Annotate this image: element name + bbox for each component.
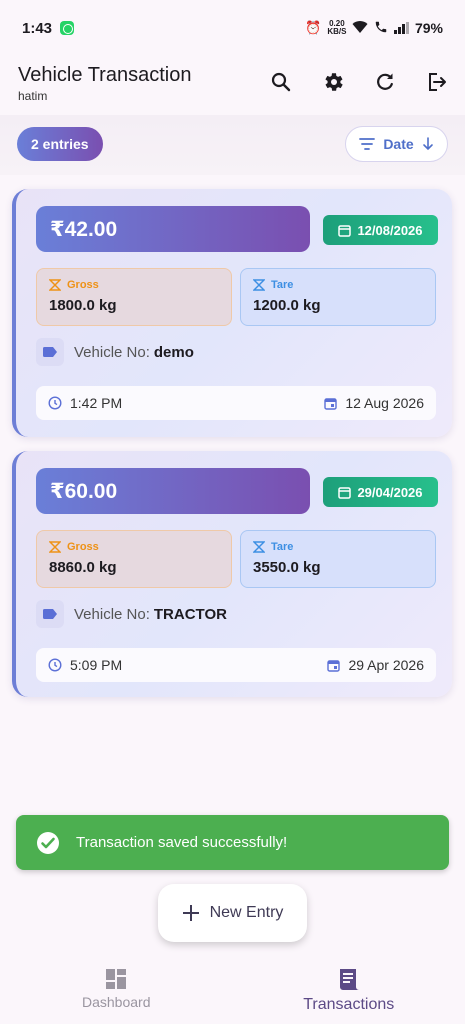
- sort-by-date-button[interactable]: Date: [345, 126, 448, 162]
- logout-button[interactable]: [421, 66, 453, 98]
- success-snackbar: Transaction saved successfully!: [16, 815, 449, 870]
- alarm-icon: ⏰: [305, 20, 322, 35]
- calendar-icon: [324, 397, 338, 410]
- gear-icon: [325, 73, 343, 91]
- user-name: hatim: [18, 89, 48, 103]
- settings-button[interactable]: [317, 66, 349, 98]
- gross-label: Gross: [67, 279, 99, 291]
- vehicle-label: Vehicle No:: [74, 343, 150, 361]
- battery-percent: 79%: [414, 20, 443, 36]
- tare-label: Tare: [271, 279, 294, 291]
- nav-label-transactions: Transactions: [303, 996, 395, 1013]
- date-badge-text: 12/08/2026: [357, 222, 423, 238]
- call-icon: [374, 20, 388, 37]
- amount-value: ₹42.00: [36, 206, 310, 252]
- refresh-button[interactable]: [369, 66, 401, 98]
- date-badge: 29/04/2026: [323, 477, 438, 507]
- nav-label-dashboard: Dashboard: [82, 994, 151, 1010]
- nav-item-dashboard[interactable]: Dashboard: [0, 954, 233, 1024]
- transaction-date: 12 Aug 2026: [345, 395, 424, 411]
- check-circle-icon: [37, 831, 59, 854]
- timestamp-row: 5:09 PM 29 Apr 2026: [36, 648, 436, 682]
- hourglass-icon: [253, 541, 265, 553]
- transaction-date: 29 Apr 2026: [348, 657, 424, 673]
- whatsapp-icon: [60, 21, 75, 35]
- plus-icon: [182, 905, 199, 921]
- bottom-navigation: Dashboard Transactions: [0, 954, 465, 1024]
- gross-weight-box: Gross 1800.0 kg: [36, 268, 232, 326]
- gross-value: 8860.0 kg: [49, 559, 117, 576]
- vehicle-label: Vehicle No:: [74, 605, 150, 623]
- transaction-card[interactable]: ₹42.00 12/08/2026 Gross 1800.0 kg Tare 1…: [12, 189, 452, 437]
- clock-icon: [48, 396, 62, 410]
- tare-value: 1200.0 kg: [253, 297, 321, 314]
- hourglass-icon: [253, 279, 265, 291]
- calendar-icon: [338, 486, 352, 499]
- page-title: Vehicle Transaction: [18, 64, 192, 86]
- receipt-icon: [339, 969, 359, 990]
- clock-icon: [48, 658, 62, 672]
- signal-icon: [394, 22, 409, 34]
- nav-item-transactions[interactable]: Transactions: [233, 954, 465, 1024]
- vehicle-row: Vehicle No: demo: [36, 338, 194, 366]
- sort-label: Date: [383, 136, 414, 152]
- transaction-time: 5:09 PM: [70, 657, 123, 673]
- date-badge: 12/08/2026: [323, 215, 438, 245]
- filter-row: 2 entries Date: [0, 115, 465, 175]
- status-bar: 1:43 ⏰ 0.20 KB/S 79%: [0, 0, 465, 56]
- logout-icon: [429, 73, 446, 91]
- date-badge-text: 29/04/2026: [357, 484, 423, 500]
- search-icon: [271, 72, 291, 92]
- new-entry-label: New Entry: [209, 904, 284, 921]
- vehicle-number: TRACTOR: [153, 605, 227, 623]
- scale-icon: [49, 541, 61, 553]
- transaction-card[interactable]: ₹60.00 29/04/2026 Gross 8860.0 kg Tare 3…: [12, 451, 452, 697]
- calendar-icon: [338, 224, 352, 237]
- entries-count-badge: 2 entries: [17, 127, 103, 161]
- arrow-down-icon: [422, 137, 433, 151]
- gross-weight-box: Gross 8860.0 kg: [36, 530, 232, 588]
- dashboard-icon: [106, 969, 127, 989]
- net-speed: 0.20 KB/S: [327, 20, 346, 36]
- scale-icon: [49, 279, 61, 291]
- label-tag-icon: [36, 600, 64, 628]
- vehicle-row: Vehicle No: TRACTOR: [36, 600, 227, 628]
- status-time: 1:43: [22, 19, 53, 37]
- transaction-time: 1:42 PM: [70, 395, 123, 411]
- tare-weight-box: Tare 3550.0 kg: [240, 530, 436, 588]
- vehicle-number: demo: [153, 343, 194, 361]
- tare-label: Tare: [271, 541, 294, 553]
- amount-value: ₹60.00: [36, 468, 310, 514]
- new-entry-button[interactable]: New Entry: [158, 884, 307, 942]
- search-button[interactable]: [265, 66, 297, 98]
- calendar-icon: [327, 659, 341, 672]
- label-tag-icon: [36, 338, 64, 366]
- tare-value: 3550.0 kg: [253, 559, 321, 576]
- gross-value: 1800.0 kg: [49, 297, 117, 314]
- refresh-icon: [377, 73, 393, 90]
- timestamp-row: 1:42 PM 12 Aug 2026: [36, 386, 436, 420]
- sort-icon: [359, 138, 376, 150]
- gross-label: Gross: [67, 541, 99, 553]
- app-bar: Vehicle Transaction hatim: [0, 56, 465, 112]
- net-speed-unit: KB/S: [327, 27, 347, 36]
- tare-weight-box: Tare 1200.0 kg: [240, 268, 436, 326]
- wifi-icon: [352, 20, 368, 37]
- snackbar-message: Transaction saved successfully!: [76, 834, 288, 851]
